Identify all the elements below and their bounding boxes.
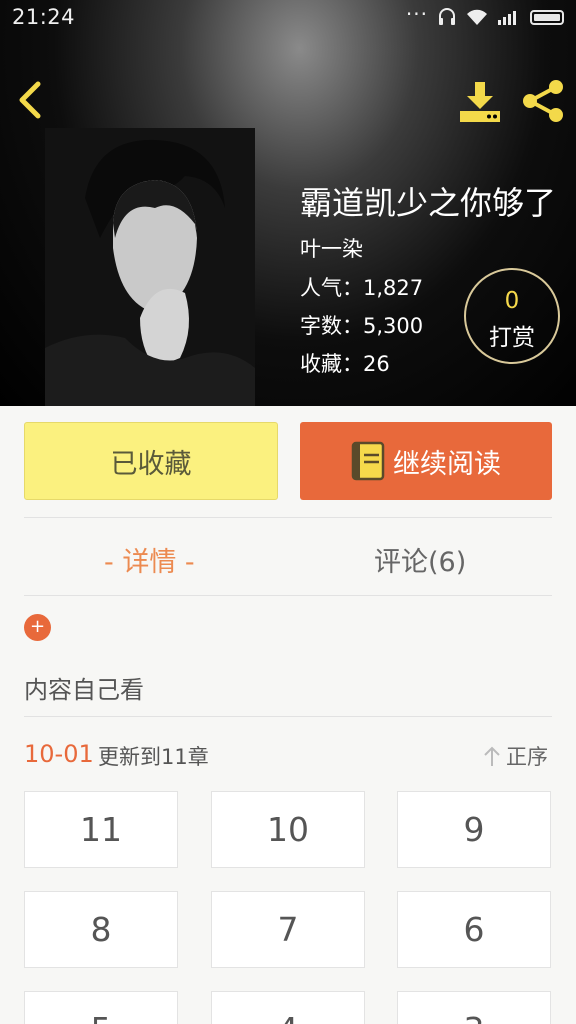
- cover-portrait-illustration: [45, 128, 255, 406]
- sort-order-button[interactable]: 正序: [482, 741, 548, 771]
- plus-icon: +: [29, 616, 46, 637]
- arrow-up-icon: [484, 746, 500, 766]
- divider: [24, 595, 552, 596]
- book-title: 霸道凯少之你够了: [300, 184, 557, 222]
- continue-reading-label: 继续阅读: [393, 448, 501, 480]
- update-date: 10-01: [24, 740, 94, 768]
- chevron-left-icon: [19, 81, 41, 119]
- share-icon: [523, 80, 563, 122]
- favorited-button[interactable]: 已收藏: [24, 422, 278, 500]
- tab-comments[interactable]: 评论(6): [374, 540, 466, 579]
- divider: [24, 716, 552, 717]
- book-cover-image: [45, 128, 255, 406]
- sort-order-label: 正序: [506, 745, 548, 769]
- book-description: 内容自己看: [24, 676, 144, 704]
- tip-button[interactable]: 0 打赏: [464, 268, 560, 364]
- more-notifications-icon: ···: [405, 2, 428, 26]
- continue-reading-button[interactable]: 继续阅读: [300, 422, 552, 500]
- book-header: 21:24 ··· 霸道凯少之你够了 叶一染 人气：1,827 字数：5,300…: [0, 0, 576, 406]
- update-text: 更新到11章: [98, 745, 209, 769]
- book-icon: [351, 441, 385, 481]
- download-icon: [460, 82, 500, 122]
- expand-description-button[interactable]: +: [24, 614, 51, 641]
- divider: [24, 517, 552, 518]
- chapter-button[interactable]: 7: [211, 891, 365, 968]
- chapter-button[interactable]: 3: [397, 991, 551, 1024]
- chapter-button[interactable]: 4: [211, 991, 365, 1024]
- book-popularity: 人气：1,827: [300, 276, 424, 300]
- favorited-label: 已收藏: [110, 448, 192, 480]
- tip-label: 打赏: [489, 325, 535, 351]
- status-time: 21:24: [12, 5, 76, 29]
- headset-icon: [439, 8, 455, 25]
- status-bar: 21:24 ···: [0, 0, 576, 34]
- share-button[interactable]: [520, 78, 566, 124]
- chapter-button[interactable]: 9: [397, 791, 551, 868]
- chapter-button[interactable]: 11: [24, 791, 178, 868]
- signal-icon: [498, 11, 516, 25]
- chapter-button[interactable]: 5: [24, 991, 178, 1024]
- chapter-button[interactable]: 6: [397, 891, 551, 968]
- download-button[interactable]: [458, 80, 502, 124]
- back-button[interactable]: [14, 80, 50, 120]
- book-favorites: 收藏：26: [300, 352, 390, 376]
- book-word-count: 字数：5,300: [300, 314, 424, 338]
- tip-count: 0: [504, 288, 520, 314]
- chapter-button[interactable]: 10: [211, 791, 365, 868]
- book-author[interactable]: 叶一染: [300, 233, 363, 263]
- chapter-button[interactable]: 8: [24, 891, 178, 968]
- battery-icon: [530, 9, 564, 25]
- tab-details[interactable]: - 详情 -: [104, 540, 195, 579]
- wifi-icon: [467, 9, 487, 25]
